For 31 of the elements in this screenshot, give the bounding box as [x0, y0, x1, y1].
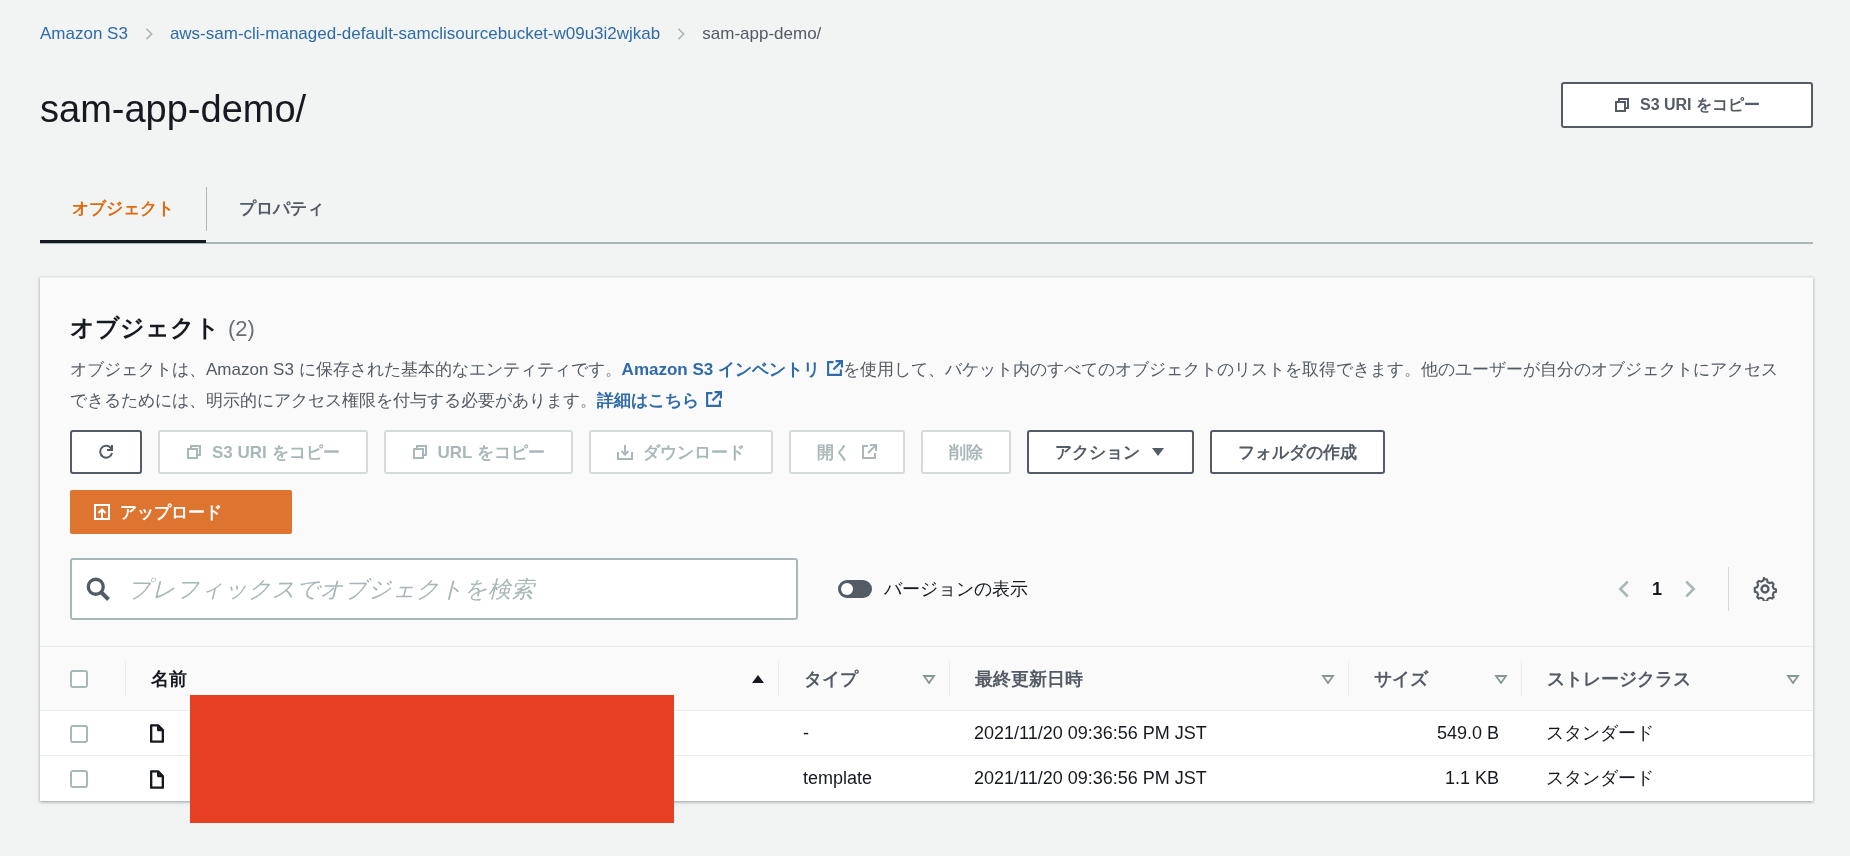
- toolbar-button[interactable]: アクション: [1026, 430, 1194, 474]
- tab[interactable]: オブジェクト: [40, 177, 206, 243]
- tab[interactable]: プロパティ: [207, 177, 356, 243]
- table-cell: スタンダード: [1521, 755, 1813, 801]
- copy-s3-uri-button[interactable]: S3 URI をコピー: [1561, 82, 1813, 128]
- upload-button[interactable]: アップロード: [70, 490, 292, 534]
- breadcrumb-link[interactable]: aws-sam-cli-managed-default-samclisourcebucket-w09u3i2wjkab: [169, 24, 661, 44]
- page-number[interactable]: 1: [1652, 578, 1662, 600]
- search-field[interactable]: プレフィックスでオブジェクトを検索: [70, 558, 798, 620]
- breadcrumb-current: sam-app-demo/: [702, 24, 822, 44]
- toolbar-button[interactable]: フォルダの作成: [1209, 430, 1385, 474]
- table-cell: 2021/11/20 09:36:56 PM JST: [949, 755, 1348, 801]
- table-cell: -: [778, 710, 949, 756]
- column-header[interactable]: 最終更新日時: [975, 666, 1083, 691]
- breadcrumb-link[interactable]: Amazon S3: [40, 24, 128, 44]
- object-count: (2): [228, 316, 255, 342]
- page-title: sam-app-demo/: [40, 87, 307, 132]
- table-cell: template: [778, 755, 949, 801]
- column-header[interactable]: サイズ: [1374, 666, 1428, 691]
- table-cell: 2021/11/20 09:36:56 PM JST: [949, 710, 1348, 756]
- table-cell: 1.1 KB: [1348, 755, 1521, 801]
- column-header[interactable]: ストレージクラス: [1547, 666, 1691, 691]
- toggle-label: バージョンの表示: [884, 578, 1028, 601]
- link[interactable]: Amazon S3 インベントリ: [621, 360, 843, 379]
- link[interactable]: 詳細はこちら: [597, 391, 722, 410]
- column-header[interactable]: 名前: [151, 666, 187, 691]
- column-header[interactable]: タイプ: [804, 666, 858, 691]
- panel-heading: オブジェクト: [70, 313, 220, 343]
- table-cell: スタンダード: [1521, 710, 1813, 756]
- table-cell: 549.0 B: [1348, 710, 1521, 756]
- description-text: オブジェクトは、Amazon S3 に保存された基本的なエンティティです。Amazon S3 インベントリ を使用して、バケット内のすべてのオブジェクトのリストを取得できます。他のユーザーが自分のオブジェクトにアクセスできるためには、明示的にアクセス権限を付与する必要があります。詳細はこちら: [70, 359, 1779, 412]
